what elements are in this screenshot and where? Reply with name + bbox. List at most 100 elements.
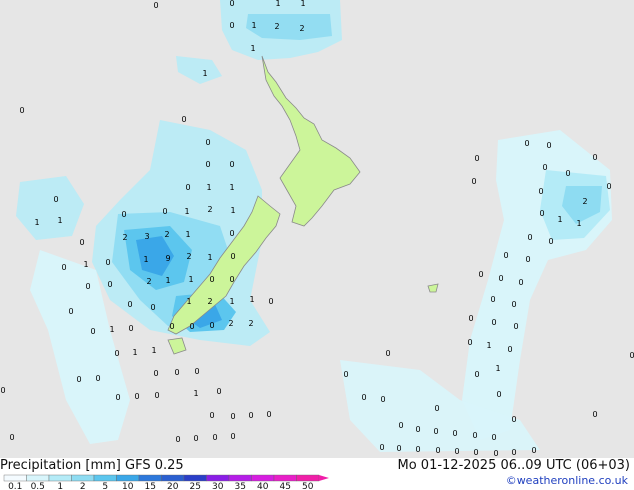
precip-value-label: 0 bbox=[525, 255, 530, 264]
precip-value-label: 0 bbox=[53, 195, 58, 204]
precip-value-label: 0 bbox=[531, 446, 536, 455]
precip-value-label: 0 bbox=[248, 411, 253, 420]
precip-value-label: 0 bbox=[474, 154, 479, 163]
precip-value-label: 0 bbox=[542, 163, 547, 172]
precip-value-label: 2 bbox=[274, 22, 279, 31]
precip-value-label: 1 bbox=[188, 275, 193, 284]
precip-value-label: 0 bbox=[266, 410, 271, 419]
legend-swatch bbox=[3, 474, 27, 482]
precip-value-label: 0 bbox=[396, 444, 401, 453]
valid-time: Mo 01-12-2025 06..09 UTC (06+03) bbox=[397, 458, 631, 473]
credit-link[interactable]: ©weatheronline.co.uk bbox=[506, 474, 628, 488]
precip-value-label: 0 bbox=[592, 153, 597, 162]
precip-value-label: 1 bbox=[207, 253, 212, 262]
precip-value-label: 1 bbox=[251, 21, 256, 30]
precip-value-label: 0 bbox=[472, 431, 477, 440]
precip-value-label: 0 bbox=[229, 160, 234, 169]
precip-value-label: 1 bbox=[557, 215, 562, 224]
precip-value-label: 0 bbox=[538, 187, 543, 196]
precip-value-label: 1 bbox=[202, 69, 207, 78]
precip-value-label: 0 bbox=[546, 141, 551, 150]
precip-value-label: 0 bbox=[385, 349, 390, 358]
precip-value-label: 0 bbox=[473, 448, 478, 457]
legend-label: 10 bbox=[122, 482, 134, 490]
precip-value-label: 0 bbox=[592, 410, 597, 419]
precip-value-label: 1 bbox=[184, 207, 189, 216]
color-legend: 0.1 0.5 1 2 5 10 15 20 25 30 35 40 45 50 bbox=[3, 474, 329, 490]
precip-value-label: 0 bbox=[229, 275, 234, 284]
precip-value-label: 0 bbox=[107, 280, 112, 289]
precip-value-label: 2 bbox=[248, 319, 253, 328]
precip-value-label: 0 bbox=[415, 425, 420, 434]
legend-label: 30 bbox=[212, 482, 224, 490]
precip-value-label: 1 bbox=[206, 183, 211, 192]
precip-value-label: 0 bbox=[19, 106, 24, 115]
precip-value-label: 0 bbox=[490, 295, 495, 304]
precip-value-label: 0 bbox=[454, 447, 459, 456]
map-title: Precipitation [mm] GFS 0.25 bbox=[0, 458, 184, 473]
precip-value-label: 2 bbox=[582, 197, 587, 206]
legend-label: 0.5 bbox=[31, 482, 45, 490]
precip-value-label: 0 bbox=[212, 433, 217, 442]
precip-value-label: 1 bbox=[57, 216, 62, 225]
precip-value-label: 1 bbox=[486, 341, 491, 350]
legend-swatch bbox=[93, 474, 117, 482]
legend-label: 45 bbox=[280, 482, 291, 490]
precip-value-label: 2 bbox=[122, 233, 127, 242]
precip-value-label: 1 bbox=[229, 297, 234, 306]
precip-value-label: 1 bbox=[185, 230, 190, 239]
precip-value-label: 0 bbox=[162, 207, 167, 216]
precip-value-label: 0 bbox=[230, 412, 235, 421]
precip-value-label: 0 bbox=[193, 434, 198, 443]
precip-value-label: 0 bbox=[216, 387, 221, 396]
precip-value-label: 0 bbox=[471, 177, 476, 186]
legend-label: 40 bbox=[257, 482, 269, 490]
precip-value-label: 1 bbox=[165, 276, 170, 285]
precip-value-label: 0 bbox=[79, 238, 84, 247]
precip-value-label: 0 bbox=[169, 322, 174, 331]
precip-value-label: 0 bbox=[61, 263, 66, 272]
precip-value-label: 0 bbox=[209, 321, 214, 330]
legend-swatch bbox=[116, 474, 140, 482]
precip-value-label: 1 bbox=[230, 206, 235, 215]
precip-value-label: 0 bbox=[361, 393, 366, 402]
precip-value-label: 1 bbox=[132, 348, 137, 357]
precip-value-label: 1 bbox=[143, 255, 148, 264]
precip-value-label: 1 bbox=[576, 219, 581, 228]
precip-value-label: 0 bbox=[511, 448, 516, 457]
precip-value-label: 0 bbox=[229, 0, 234, 8]
legend-swatch bbox=[228, 474, 252, 482]
precip-value-label: 0 bbox=[507, 345, 512, 354]
precip-value-label: 0 bbox=[114, 349, 119, 358]
precip-value-label: 0 bbox=[398, 421, 403, 430]
legend-swatch bbox=[296, 474, 320, 482]
precip-value-label: 0 bbox=[175, 435, 180, 444]
legend-label: 5 bbox=[102, 482, 108, 490]
precip-value-label: 0 bbox=[185, 183, 190, 192]
legend-swatch bbox=[138, 474, 162, 482]
legend-label: 20 bbox=[167, 482, 179, 490]
precip-value-label: 0 bbox=[229, 21, 234, 30]
precip-value-label: 0 bbox=[434, 404, 439, 413]
legend-swatch bbox=[183, 474, 207, 482]
precip-value-label: 0 bbox=[478, 270, 483, 279]
precip-value-label: 1 bbox=[109, 325, 114, 334]
precipitation-map: 0 0 1 1 0 1 2 2 1 1 0 0 0 0 0 0 1 1 0 1 1 0 0 1 2 1 2 3 2 1 0 0 1 0 0 1 9 2 1 0… bbox=[0, 0, 634, 458]
precip-value-label: 1 bbox=[151, 346, 156, 355]
precip-value-label: 0 bbox=[527, 233, 532, 242]
precip-value-label: 0 bbox=[496, 390, 501, 399]
precip-value-label: 1 bbox=[250, 44, 255, 53]
precip-value-label: 0 bbox=[128, 324, 133, 333]
legend-arrow bbox=[319, 475, 329, 481]
precip-value-label: 0 bbox=[629, 351, 634, 360]
precip-value-label: 0 bbox=[379, 443, 384, 452]
precip-value-label: 0 bbox=[468, 314, 473, 323]
precip-value-label: 0 bbox=[511, 415, 516, 424]
precip-value-label: 1 bbox=[34, 218, 39, 227]
precip-value-label: 1 bbox=[495, 364, 500, 373]
precip-value-label: 0 bbox=[565, 169, 570, 178]
precip-value-label: 0 bbox=[511, 300, 516, 309]
precip-value-label: 0 bbox=[230, 252, 235, 261]
legend-swatch bbox=[273, 474, 297, 482]
precip-value-label: 9 bbox=[165, 254, 170, 263]
